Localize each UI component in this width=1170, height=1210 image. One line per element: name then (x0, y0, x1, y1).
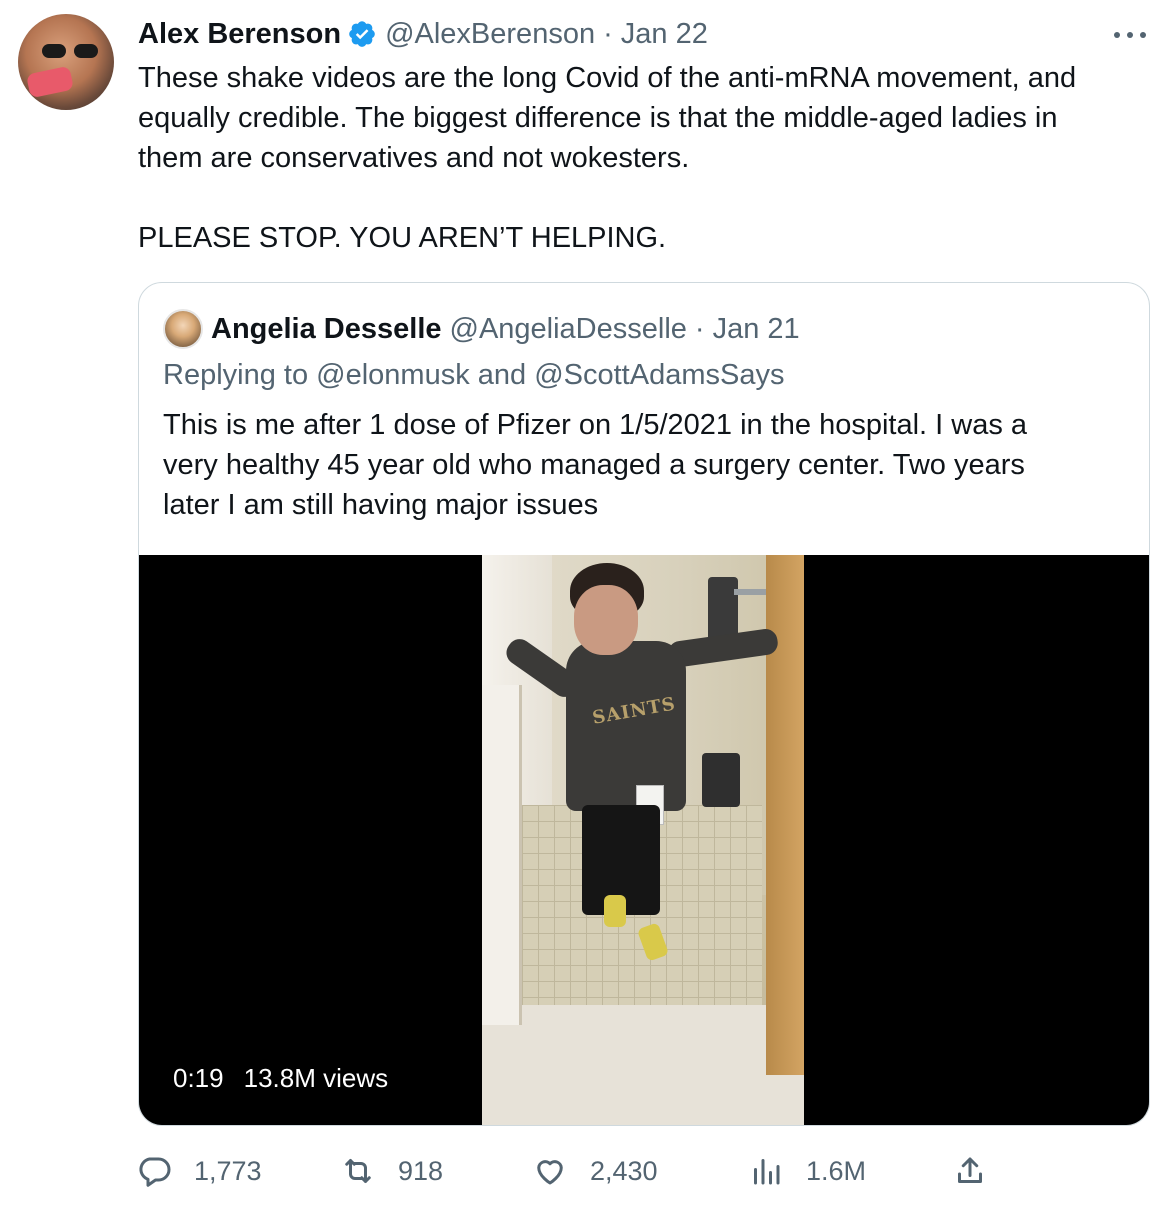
tweet-text: These shake videos are the long Covid of… (138, 58, 1148, 258)
share-icon (958, 1157, 982, 1183)
quoted-header: Angelia Desselle @AngeliaDesselle · Jan … (163, 309, 800, 349)
views-button[interactable]: 1.6M (748, 1146, 866, 1196)
video-player[interactable]: SAINTS 0:19 13.8M views (139, 555, 1149, 1125)
person-face (574, 585, 638, 655)
video-views: 13.8M views (243, 1063, 389, 1093)
quoted-text: This is me after 1 dose of Pfizer on 1/5… (163, 405, 1123, 525)
retweet-icon (345, 1159, 371, 1183)
views-count: 1.6M (806, 1155, 867, 1186)
soap-dispenser (702, 753, 740, 807)
like-count: 2,430 (590, 1155, 658, 1186)
video-frame: SAINTS (482, 555, 804, 1125)
like-icon (537, 1160, 563, 1185)
person-sock (604, 895, 626, 927)
retweet-button[interactable]: 918 (340, 1146, 443, 1196)
tweet-actions: 1,773 918 2,430 1.6M (136, 1146, 996, 1196)
tweet-text-line: them are conservatives and not wokesters… (138, 142, 690, 174)
quoted-author-handle[interactable]: @AngeliaDesselle (450, 313, 687, 346)
author-avatar[interactable] (18, 14, 114, 110)
separator-dot: · (694, 312, 705, 345)
quoted-text-line: very healthy 45 year old who managed a s… (163, 449, 1025, 481)
quoted-author-avatar[interactable] (163, 309, 203, 349)
quoted-text-line: This is me after 1 dose of Pfizer on 1/5… (163, 409, 1028, 441)
replying-to: Replying to @elonmusk and @ScottAdamsSay… (163, 359, 784, 392)
tweet-header: Alex Berenson @AlexBerenson · Jan 22 (138, 14, 708, 54)
verified-badge-icon (349, 21, 375, 47)
share-button[interactable] (952, 1146, 1010, 1196)
separator-dot: · (603, 17, 613, 50)
quoted-date[interactable]: Jan 21 (713, 313, 800, 346)
reply-mention-link[interactable]: @elonmusk (316, 359, 470, 391)
quoted-tweet-card[interactable]: Angelia Desselle @AngeliaDesselle · Jan … (138, 282, 1150, 1126)
more-options-icon[interactable] (1110, 20, 1150, 50)
author-name[interactable]: Alex Berenson (138, 18, 341, 51)
reply-count: 1,773 (194, 1155, 262, 1186)
avatar-mask (25, 65, 75, 99)
tweet-text-line: These shake videos are the long Covid of… (138, 62, 1077, 94)
retweet-count: 918 (398, 1155, 444, 1186)
video-meta: 0:19 13.8M views (173, 1063, 388, 1094)
person-sweatshirt (566, 641, 686, 811)
quoted-author-name[interactable]: Angelia Desselle (211, 313, 442, 346)
tweet-date[interactable]: Jan 22 (621, 18, 708, 51)
reply-icon (139, 1157, 171, 1187)
tweet-text-line: PLEASE STOP. YOU AREN’T HELPING. (138, 222, 667, 254)
door-frame-left (482, 685, 522, 1025)
reply-and: and (469, 359, 535, 391)
video-duration: 0:19 (173, 1063, 224, 1093)
views-icon (754, 1159, 780, 1185)
replying-prefix: Replying to (163, 359, 317, 391)
more-dot (1127, 32, 1133, 38)
like-button[interactable]: 2,430 (532, 1146, 658, 1196)
avatar-sunglasses (42, 44, 98, 60)
author-handle[interactable]: @AlexBerenson (385, 18, 595, 51)
more-dot (1140, 32, 1146, 38)
more-dot (1114, 32, 1120, 38)
quoted-text-line: later I am still having major issues (163, 489, 599, 521)
reply-mention-link[interactable]: @ScottAdamsSays (534, 359, 784, 391)
reply-button[interactable]: 1,773 (136, 1146, 262, 1196)
tweet-text-line: equally credible. The biggest difference… (138, 102, 1058, 134)
